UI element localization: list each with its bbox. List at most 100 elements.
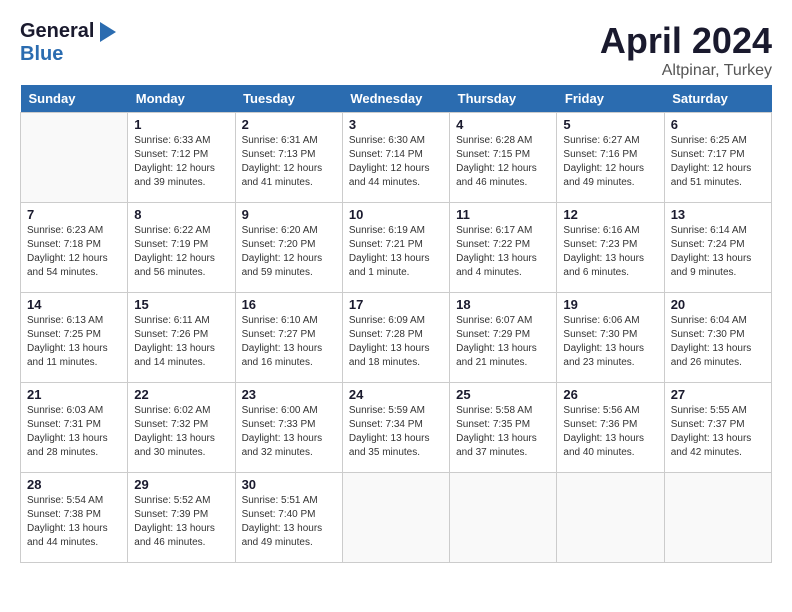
header-monday: Monday [128,85,235,113]
day-number: 16 [242,297,336,312]
day-info: Sunrise: 6:19 AMSunset: 7:21 PMDaylight:… [349,224,443,280]
table-row: 4 Sunrise: 6:28 AMSunset: 7:15 PMDaylight… [450,113,557,203]
day-number: 6 [671,117,765,132]
day-info: Sunrise: 6:09 AMSunset: 7:28 PMDaylight:… [349,314,443,370]
day-number: 18 [456,297,550,312]
day-number: 2 [242,117,336,132]
day-info: Sunrise: 6:31 AMSunset: 7:13 PMDaylight:… [242,134,336,190]
day-number: 17 [349,297,443,312]
page-header: General Blue April 2024 Altpinar, Turkey [10,10,782,85]
table-row: 17 Sunrise: 6:09 AMSunset: 7:28 PMDayligh… [342,293,449,383]
day-number: 3 [349,117,443,132]
header-thursday: Thursday [450,85,557,113]
week-row-2: 7 Sunrise: 6:23 AMSunset: 7:18 PMDaylight… [21,203,772,293]
calendar-header-row: Sunday Monday Tuesday Wednesday Thursday… [21,85,772,113]
table-row: 1 Sunrise: 6:33 AMSunset: 7:12 PMDaylight… [128,113,235,203]
header-sunday: Sunday [21,85,128,113]
table-row: 14Sunrise: 6:13 AMSunset: 7:25 PMDayligh… [21,293,128,383]
day-info: Sunrise: 6:25 AMSunset: 7:17 PMDaylight:… [671,134,765,190]
table-row: 9 Sunrise: 6:20 AMSunset: 7:20 PMDaylight… [235,203,342,293]
day-number: 13 [671,207,765,222]
day-info: Sunrise: 5:55 AMSunset: 7:37 PMDaylight:… [671,404,765,460]
calendar-subtitle: Altpinar, Turkey [600,62,772,80]
day-info: Sunrise: 6:06 AMSunset: 7:30 PMDaylight:… [563,314,657,370]
day-info: Sunrise: 6:17 AMSunset: 7:22 PMDaylight:… [456,224,550,280]
day-number: 24 [349,387,443,402]
table-row: 27 Sunrise: 5:55 AMSunset: 7:37 PMDayligh… [664,383,771,473]
table-row: 5 Sunrise: 6:27 AMSunset: 7:16 PMDaylight… [557,113,664,203]
day-info: Sunrise: 6:33 AMSunset: 7:12 PMDaylight:… [134,134,228,190]
day-number: 27 [671,387,765,402]
week-row-3: 14Sunrise: 6:13 AMSunset: 7:25 PMDayligh… [21,293,772,383]
day-number: 5 [563,117,657,132]
day-number: 28 [27,477,121,492]
day-number: 1 [134,117,228,132]
table-row: 3 Sunrise: 6:30 AMSunset: 7:14 PMDaylight… [342,113,449,203]
day-number: 10 [349,207,443,222]
day-info: Sunrise: 6:00 AMSunset: 7:33 PMDaylight:… [242,404,336,460]
day-number: 9 [242,207,336,222]
day-number: 21 [27,387,121,402]
day-info: Sunrise: 6:30 AMSunset: 7:14 PMDaylight:… [349,134,443,190]
day-info: Sunrise: 6:10 AMSunset: 7:27 PMDaylight:… [242,314,336,370]
day-info: Sunrise: 5:58 AMSunset: 7:35 PMDaylight:… [456,404,550,460]
week-row-4: 21 Sunrise: 6:03 AMSunset: 7:31 PMDayligh… [21,383,772,473]
day-number: 4 [456,117,550,132]
day-number: 30 [242,477,336,492]
table-row: 28 Sunrise: 5:54 AMSunset: 7:38 PMDayligh… [21,473,128,563]
table-row: 26Sunrise: 5:56 AMSunset: 7:36 PMDayligh… [557,383,664,473]
table-row: 21 Sunrise: 6:03 AMSunset: 7:31 PMDayligh… [21,383,128,473]
day-number: 14 [27,297,121,312]
calendar-title: April 2024 [600,20,772,62]
day-info: Sunrise: 5:54 AMSunset: 7:38 PMDaylight:… [27,494,121,550]
week-row-1: 1 Sunrise: 6:33 AMSunset: 7:12 PMDaylight… [21,113,772,203]
day-number: 11 [456,207,550,222]
day-number: 7 [27,207,121,222]
day-info: Sunrise: 6:11 AMSunset: 7:26 PMDaylight:… [134,314,228,370]
day-info: Sunrise: 6:20 AMSunset: 7:20 PMDaylight:… [242,224,336,280]
table-row: 24 Sunrise: 5:59 AMSunset: 7:34 PMDayligh… [342,383,449,473]
table-row: 18 Sunrise: 6:07 AMSunset: 7:29 PMDayligh… [450,293,557,383]
day-info: Sunrise: 5:51 AMSunset: 7:40 PMDaylight:… [242,494,336,550]
day-info: Sunrise: 6:22 AMSunset: 7:19 PMDaylight:… [134,224,228,280]
table-row: 12 Sunrise: 6:16 AMSunset: 7:23 PMDayligh… [557,203,664,293]
header-friday: Friday [557,85,664,113]
day-number: 15 [134,297,228,312]
day-number: 19 [563,297,657,312]
day-number: 22 [134,387,228,402]
day-number: 12 [563,207,657,222]
table-row [342,473,449,563]
table-row [557,473,664,563]
header-tuesday: Tuesday [235,85,342,113]
day-info: Sunrise: 6:28 AMSunset: 7:15 PMDaylight:… [456,134,550,190]
week-row-5: 28 Sunrise: 5:54 AMSunset: 7:38 PMDayligh… [21,473,772,563]
table-row: 29Sunrise: 5:52 AMSunset: 7:39 PMDayligh… [128,473,235,563]
table-row: 22Sunrise: 6:02 AMSunset: 7:32 PMDayligh… [128,383,235,473]
table-row: 7 Sunrise: 6:23 AMSunset: 7:18 PMDaylight… [21,203,128,293]
day-info: Sunrise: 5:52 AMSunset: 7:39 PMDaylight:… [134,494,228,550]
table-row: 25Sunrise: 5:58 AMSunset: 7:35 PMDayligh… [450,383,557,473]
table-row [21,113,128,203]
day-info: Sunrise: 5:59 AMSunset: 7:34 PMDaylight:… [349,404,443,460]
day-info: Sunrise: 6:14 AMSunset: 7:24 PMDaylight:… [671,224,765,280]
table-row: 20 Sunrise: 6:04 AMSunset: 7:30 PMDayligh… [664,293,771,383]
day-info: Sunrise: 6:23 AMSunset: 7:18 PMDaylight:… [27,224,121,280]
header-wednesday: Wednesday [342,85,449,113]
day-number: 8 [134,207,228,222]
header-saturday: Saturday [664,85,771,113]
day-info: Sunrise: 6:04 AMSunset: 7:30 PMDaylight:… [671,314,765,370]
table-row: 6 Sunrise: 6:25 AMSunset: 7:17 PMDaylight… [664,113,771,203]
day-info: Sunrise: 6:16 AMSunset: 7:23 PMDaylight:… [563,224,657,280]
day-info: Sunrise: 6:27 AMSunset: 7:16 PMDaylight:… [563,134,657,190]
day-info: Sunrise: 5:56 AMSunset: 7:36 PMDaylight:… [563,404,657,460]
table-row [450,473,557,563]
day-info: Sunrise: 6:07 AMSunset: 7:29 PMDaylight:… [456,314,550,370]
table-row: 8 Sunrise: 6:22 AMSunset: 7:19 PMDaylight… [128,203,235,293]
logo-general-text: General [20,20,94,43]
table-row: 16 Sunrise: 6:10 AMSunset: 7:27 PMDayligh… [235,293,342,383]
day-info: Sunrise: 6:03 AMSunset: 7:31 PMDaylight:… [27,404,121,460]
calendar-title-block: April 2024 Altpinar, Turkey [600,20,772,80]
day-number: 20 [671,297,765,312]
table-row: 10 Sunrise: 6:19 AMSunset: 7:21 PMDayligh… [342,203,449,293]
table-row: 15 Sunrise: 6:11 AMSunset: 7:26 PMDayligh… [128,293,235,383]
